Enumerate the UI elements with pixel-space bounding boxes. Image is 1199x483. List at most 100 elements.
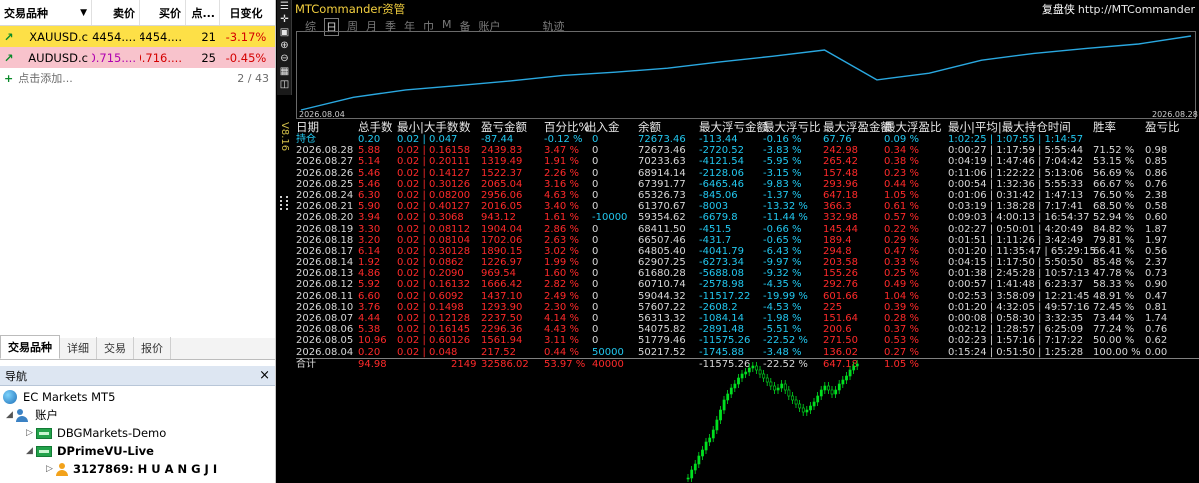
cell-label: 合计 bbox=[296, 358, 316, 370]
cell-date: 2026.08.21 bbox=[296, 201, 354, 213]
candle-body bbox=[747, 367, 751, 373]
cell-ratio: 1.87 bbox=[1145, 223, 1168, 235]
menu-icon[interactable]: ☰ bbox=[278, 1, 291, 13]
cell-fp_amt: 225 bbox=[823, 301, 843, 313]
cell-time: 0:01:20 | 11:35:47 | 65:29:15 bbox=[948, 245, 1096, 257]
cell-date: 2026.08.20 bbox=[296, 212, 354, 224]
crosshair-icon[interactable]: ✛ bbox=[278, 14, 291, 26]
candle-body bbox=[737, 377, 740, 385]
snapshot-icon[interactable]: ◫ bbox=[278, 79, 291, 91]
cell-cash: 0 bbox=[592, 189, 599, 201]
cell-pct: 2.26 % bbox=[544, 167, 579, 179]
cell-date: 2026.08.19 bbox=[296, 223, 354, 235]
cell-pct: 3.40 % bbox=[544, 201, 579, 213]
cell-minmax: 0.02 | 0.30 bbox=[397, 245, 452, 257]
col-symbol[interactable]: 交易品种 ▼ bbox=[0, 0, 92, 25]
cell-cash: 40000 bbox=[592, 358, 624, 370]
user-icon bbox=[56, 462, 68, 476]
cell-cash: -10000 bbox=[592, 212, 628, 224]
app-link[interactable]: 复盘侠 http://MTCommander bbox=[1042, 1, 1195, 17]
cell-cash: 0 bbox=[592, 223, 599, 235]
cell-winrate: 52.94 % bbox=[1093, 212, 1135, 224]
cell-winrate: 66.67 % bbox=[1093, 178, 1135, 190]
tree-broker[interactable]: EC Markets MT5 bbox=[0, 388, 275, 406]
cell-winrate: 73.44 % bbox=[1093, 313, 1135, 324]
col-change[interactable]: 日变化 bbox=[220, 0, 272, 25]
zoom-in-icon[interactable]: ⊕ bbox=[278, 40, 291, 52]
cell-pnl: 2016.05 bbox=[481, 201, 523, 213]
cell-pct: 1.61 % bbox=[544, 212, 579, 224]
cell-count: 92 bbox=[451, 290, 464, 302]
zoom-out-icon[interactable]: ⊖ bbox=[278, 53, 291, 65]
candle-body bbox=[780, 383, 784, 389]
cell-cash: 0 bbox=[592, 145, 599, 157]
tab-details[interactable]: 详细 bbox=[60, 337, 97, 359]
cell-minmax: 0.02 | 0.08 bbox=[397, 189, 452, 201]
tab-ticks[interactable]: 报价 bbox=[134, 337, 171, 359]
collapse-arrow-icon[interactable]: ◢ bbox=[26, 446, 36, 456]
expand-arrow-icon[interactable]: ▷ bbox=[26, 428, 36, 438]
cell-cash: 0 bbox=[592, 156, 599, 168]
expand-arrow-icon[interactable]: ▷ bbox=[46, 464, 56, 474]
cell-time: 0:00:27 | 1:17:59 | 5:55:44 bbox=[948, 145, 1084, 157]
equity-chart bbox=[296, 31, 1196, 119]
cell-count: 145 bbox=[451, 324, 471, 336]
symbol-row-audusd[interactable]: ↗ AUDUSD.c 0.715.... 0.716.... 25 -0.45% bbox=[0, 47, 275, 68]
add-symbol-row[interactable]: + 点击添加... 2 / 43 bbox=[0, 68, 275, 88]
frame-icon[interactable]: ▣ bbox=[278, 27, 291, 39]
candle-body bbox=[798, 403, 802, 409]
sort-caret-icon[interactable]: ▼ bbox=[80, 8, 87, 18]
tab-trading[interactable]: 交易 bbox=[97, 337, 134, 359]
cell-winrate: 56.69 % bbox=[1093, 167, 1135, 179]
cell-time: 0:02:53 | 3:58:09 | 12:21:45 bbox=[948, 290, 1090, 302]
table-row: 2026.08.12 5.92 0.02 | 0.16 132 1666.42 2.82 … bbox=[296, 279, 1199, 290]
cell-fp_pct: 1.05 % bbox=[884, 189, 919, 201]
table-row: 2026.08.25 5.46 0.02 | 0.30 126 2065.04 3.16 … bbox=[296, 179, 1199, 190]
tree-account[interactable]: ▷ 3127869: H U A N G J I bbox=[0, 460, 275, 478]
col-ask[interactable]: 买价 bbox=[140, 0, 186, 25]
cell-count: 111 bbox=[451, 156, 471, 168]
cell-fl_amt: -113.44 bbox=[699, 134, 738, 145]
cell-count: 62 bbox=[451, 257, 464, 269]
candle-body bbox=[758, 369, 762, 375]
cell-minmax: 0.02 | 0.12 bbox=[397, 313, 452, 324]
symbol-row-xauusd[interactable]: ↗ XAUUSD.c 4454.... 4454.... 21 -3.17% bbox=[0, 26, 275, 47]
cell-count: 104 bbox=[451, 234, 471, 246]
candle-body bbox=[729, 387, 733, 395]
cell-balance: 56313.32 bbox=[638, 313, 686, 324]
price-chart-candles bbox=[686, 360, 859, 482]
tree-server-dprime[interactable]: ◢ DPrimeVU-Live bbox=[0, 442, 275, 460]
cell-pct: -0.12 % bbox=[544, 134, 583, 145]
cell-balance: 72673.46 bbox=[638, 145, 686, 157]
col-spread[interactable]: 点... bbox=[186, 0, 220, 25]
candle-body bbox=[708, 437, 712, 443]
cell-balance: 61680.28 bbox=[638, 268, 686, 280]
grid-icon[interactable]: ▦ bbox=[278, 66, 291, 78]
drag-handle[interactable] bbox=[280, 196, 288, 210]
version-label: V8.16 bbox=[279, 122, 290, 152]
cell-balance: 64805.40 bbox=[638, 245, 686, 257]
close-icon[interactable]: × bbox=[259, 368, 270, 383]
cell-time: 0:02:12 | 1:28:57 | 6:25:09 bbox=[948, 324, 1084, 336]
cell-ratio: 1.97 bbox=[1145, 234, 1168, 246]
cell-balance: 66507.46 bbox=[638, 234, 686, 246]
cell-count: 126 bbox=[451, 178, 471, 190]
cell-pct: 0.44 % bbox=[544, 346, 579, 358]
collapse-arrow-icon[interactable]: ◢ bbox=[6, 410, 16, 420]
cell-ratio: 0.00 bbox=[1145, 346, 1168, 358]
cell-date: 持仓 bbox=[296, 134, 316, 145]
tree-accounts[interactable]: ◢ 账户 bbox=[0, 406, 275, 424]
cell-time: 0:09:03 | 4:00:13 | 16:54:37 bbox=[948, 212, 1090, 224]
table-row: 2026.08.19 3.30 0.02 | 0.08 112 1904.04 2.86 … bbox=[296, 224, 1199, 235]
cell-cash: 0 bbox=[592, 313, 599, 324]
tab-symbols[interactable]: 交易品种 bbox=[0, 335, 60, 359]
col-bid[interactable]: 卖价 bbox=[92, 0, 140, 25]
cell-pct: 2.86 % bbox=[544, 223, 579, 235]
header-cell: 日期 bbox=[296, 120, 319, 134]
cell-fl_pct: -3.15 % bbox=[763, 167, 802, 179]
cell-time: 0:03:19 | 1:38:28 | 7:17:41 bbox=[948, 201, 1084, 213]
tree-server-dbg[interactable]: ▷ DBGMarkets-Demo bbox=[0, 424, 275, 442]
chart-window[interactable]: ☰ ✛ ▣ ⊕ ⊖ ▦ ◫ V8.16 MTCommander资管 复盘侠 htt… bbox=[277, 0, 1199, 483]
cell-winrate: 47.78 % bbox=[1093, 268, 1135, 280]
candle-body bbox=[697, 455, 701, 465]
